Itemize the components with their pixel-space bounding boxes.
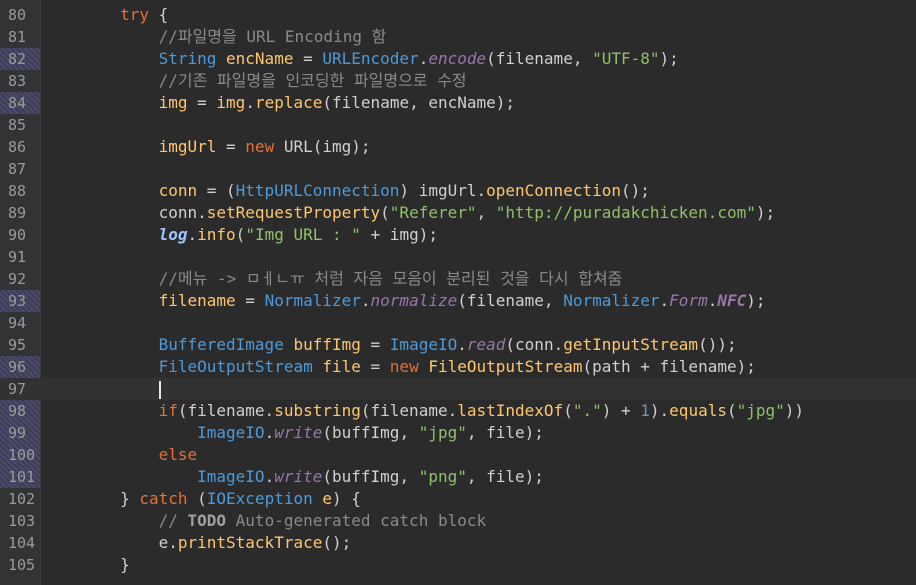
line-number: 85 [8,116,27,134]
text-caret [158,380,161,399]
current-code-line[interactable]: 97 [0,378,916,400]
code-line[interactable]: 81 //파일명을 URL Encoding 함 [0,26,916,48]
code-text: FileOutputStream file = new FileOutputSt… [158,357,756,376]
line-number: 105 [8,556,36,574]
code-line[interactable]: 93 filename = Normalizer.normalize(filen… [0,290,916,312]
code-text: if(filename.substring(filename.lastIndex… [158,401,805,420]
line-number: 104 [8,534,36,552]
line-number: 81 [8,28,27,46]
code-text: } [120,555,130,574]
line-number: 94 [8,314,27,332]
code-text: //메뉴 -> ㅁㅔㄴㅠ 처럼 자음 모음이 분리된 것을 다시 합쳐줌 [158,269,623,288]
line-number: 87 [8,160,27,178]
line-number-changed: 84 [0,92,40,114]
code-line[interactable]: 94 [0,312,916,334]
line-number: 102 [8,490,36,508]
code-line[interactable]: 103 // TODO Auto-generated catch block [0,510,916,532]
code-line[interactable]: 102 } catch (IOException e) { [0,488,916,510]
line-number: 103 [8,512,36,530]
line-number-changed: 98 [0,400,40,422]
code-text: conn.setRequestProperty("Referer", "http… [158,203,776,222]
line-number-changed: 82 [0,48,40,70]
line-number-changed: 101 [0,466,40,488]
line-number-changed: 93 [0,290,40,312]
line-number: 92 [8,270,27,288]
line-number: 83 [8,72,27,90]
code-line[interactable]: 82 String encName = URLEncoder.encode(fi… [0,48,916,70]
code-text [43,378,161,400]
code-text: filename = Normalizer.normalize(filename… [158,291,766,310]
code-line[interactable]: 91 [0,246,916,268]
code-text: // TODO Auto-generated catch block [158,511,487,530]
line-number: 95 [8,336,27,354]
line-number: 91 [8,248,27,266]
code-line[interactable]: 101 ImageIO.write(buffImg, "png", file); [0,466,916,488]
code-line[interactable]: 100 else [0,444,916,466]
code-text: img = img.replace(filename, encName); [158,93,516,112]
line-number: 86 [8,138,27,156]
code-text: try { [120,5,169,24]
code-text: String encName = URLEncoder.encode(filen… [158,49,679,68]
code-line[interactable]: 98 if(filename.substring(filename.lastIn… [0,400,916,422]
code-line[interactable]: 95 BufferedImage buffImg = ImageIO.read(… [0,334,916,356]
code-line[interactable]: 92 //메뉴 -> ㅁㅔㄴㅠ 처럼 자음 모음이 분리된 것을 다시 합쳐줌 [0,268,916,290]
line-number: 88 [8,182,27,200]
code-line[interactable]: 96 FileOutputStream file = new FileOutpu… [0,356,916,378]
code-text: } catch (IOException e) { [120,489,361,508]
line-number: 89 [8,204,27,222]
code-line[interactable]: 105 } [0,554,916,576]
code-line[interactable]: 104 e.printStackTrace(); [0,532,916,554]
code-text: else [158,445,198,464]
code-text: //파일명을 URL Encoding 함 [158,27,387,46]
line-number: 97 [8,380,27,398]
code-line[interactable]: 80 try { [0,4,916,26]
code-line[interactable]: 87 [0,158,916,180]
code-text: log.info("Img URL : " + img); [158,225,438,244]
code-text: //기존 파일명을 인코딩한 파일명으로 수정 [158,71,467,90]
line-number-changed: 100 [0,444,40,466]
code-line[interactable]: 90 log.info("Img URL : " + img); [0,224,916,246]
code-text: ImageIO.write(buffImg, "png", file); [197,467,544,486]
code-line[interactable]: 89 conn.setRequestProperty("Referer", "h… [0,202,916,224]
code-line[interactable]: 85 [0,114,916,136]
code-text: imgUrl = new URL(img); [158,137,371,156]
code-line[interactable]: 99 ImageIO.write(buffImg, "jpg", file); [0,422,916,444]
line-number-changed: 96 [0,356,40,378]
code-text: conn = (HttpURLConnection) imgUrl.openCo… [158,181,650,200]
code-line[interactable]: 84 img = img.replace(filename, encName); [0,92,916,114]
code-text: e.printStackTrace(); [158,533,352,552]
line-number-changed: 99 [0,422,40,444]
code-line[interactable]: 86 imgUrl = new URL(img); [0,136,916,158]
code-line[interactable]: 83 //기존 파일명을 인코딩한 파일명으로 수정 [0,70,916,92]
line-number: 90 [8,226,27,244]
code-line[interactable]: 88 conn = (HttpURLConnection) imgUrl.ope… [0,180,916,202]
line-number: 80 [8,6,27,24]
code-text: BufferedImage buffImg = ImageIO.read(con… [158,335,737,354]
code-text: ImageIO.write(buffImg, "jpg", file); [197,423,544,442]
code-editor[interactable]: 80 try { 81 //파일명을 URL Encoding 함 82 Str… [0,0,916,585]
